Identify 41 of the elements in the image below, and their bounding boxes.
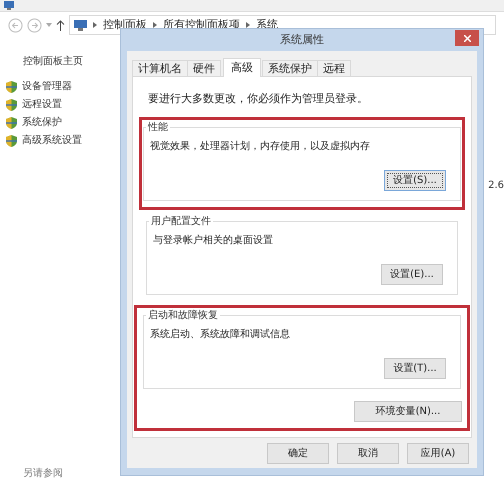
close-icon xyxy=(464,34,470,42)
group-title: 性能 xyxy=(146,120,170,134)
up-arrow-icon[interactable] xyxy=(56,20,65,30)
dialog-button[interactable]: 应用(A) xyxy=(407,443,469,464)
group-description: 视觉效果，处理器计划，内存使用，以及虚拟内存 xyxy=(150,140,371,154)
shield-icon xyxy=(6,116,17,128)
notice-text: 要进行大多数更改，你必须作为管理员登录。 xyxy=(148,91,369,107)
shield-icon xyxy=(6,98,17,110)
shield-icon xyxy=(6,80,17,92)
shield-icon xyxy=(6,134,17,146)
tab[interactable]: 计算机名 xyxy=(132,60,188,76)
dialog-button[interactable]: 取消 xyxy=(337,443,399,464)
value-text: 2.6 xyxy=(488,179,504,193)
sidebar-link[interactable]: 系统保护 xyxy=(22,115,62,130)
sidebar-link[interactable]: 高级系统设置 xyxy=(22,133,82,148)
settings-button[interactable]: 设置(T)... xyxy=(384,358,446,378)
chevron-icon xyxy=(93,22,97,28)
chevron-icon xyxy=(153,22,157,28)
section-heading: 另请参阅 xyxy=(23,466,64,481)
tab[interactable]: 远程 xyxy=(317,60,351,76)
settings-button[interactable]: 设置(E)... xyxy=(381,264,443,284)
group-description: 与登录帐户相关的桌面设置 xyxy=(153,234,274,248)
close-button[interactable] xyxy=(455,30,479,46)
sidebar-link[interactable]: 远程设置 xyxy=(22,97,62,112)
sidebar-link[interactable]: 控制面板主页 xyxy=(23,54,118,69)
computer-icon xyxy=(74,20,87,30)
sidebar-link[interactable]: 设备管理器 xyxy=(22,79,72,94)
computer-icon xyxy=(4,1,14,10)
group-title: 用户配置文件 xyxy=(149,214,213,228)
settings-button[interactable]: 设置(S)... xyxy=(384,170,446,190)
chevron-icon xyxy=(246,22,250,28)
group-description: 系统启动、系统故障和调试信息 xyxy=(150,328,291,342)
tab[interactable]: 高级 xyxy=(223,58,261,77)
tab[interactable]: 系统保护 xyxy=(262,60,318,76)
forward-icon[interactable] xyxy=(27,18,42,32)
group-title: 启动和故障恢复 xyxy=(146,308,220,322)
environment-variables-button[interactable]: 环境变量(N)... xyxy=(354,400,462,422)
dropdown-caret-icon[interactable] xyxy=(46,23,52,27)
dialog-button[interactable]: 确定 xyxy=(267,443,329,464)
back-icon[interactable] xyxy=(8,18,23,32)
tab[interactable]: 硬件 xyxy=(187,60,221,76)
